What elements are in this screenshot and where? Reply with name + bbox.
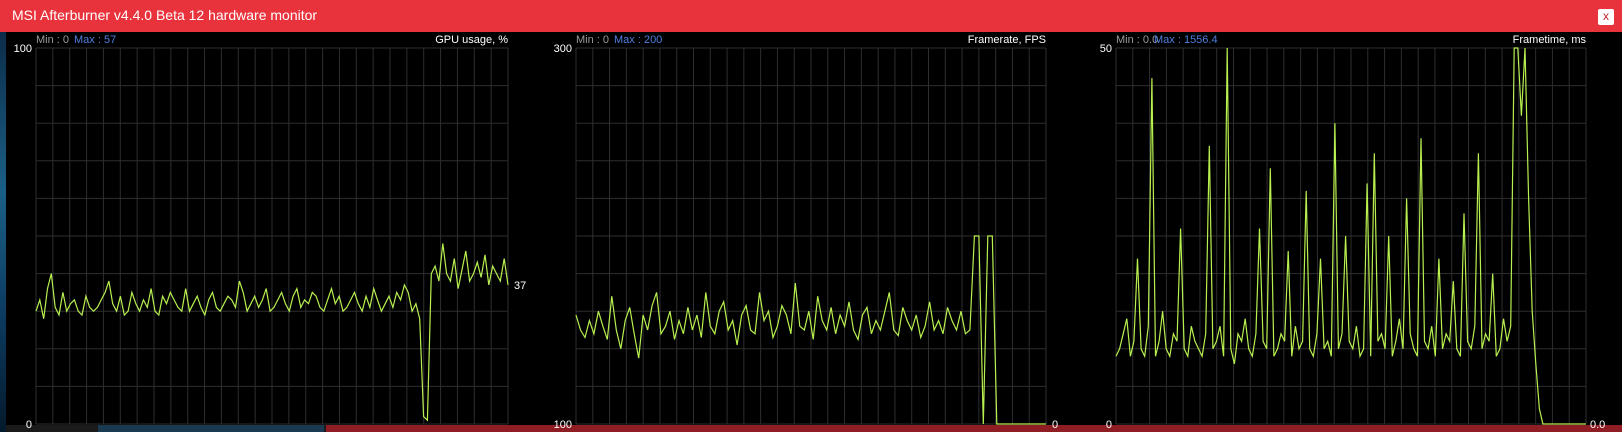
framerate-y-bottom-label: 100	[554, 419, 572, 431]
frametime-title: Frametime, ms	[1513, 34, 1587, 46]
gpu-usage-current-value: 37	[514, 280, 526, 292]
gpu-usage-max-label: Max : 57	[74, 34, 116, 46]
framerate-max-label: Max : 200	[614, 34, 662, 46]
hardware-monitor-graphs: Min : 0 Max : 57 GPU usage, % 100 0 37 Min : 0…	[14, 34, 1606, 431]
frametime-max-label: Max : 1556.4	[1154, 34, 1218, 46]
framerate-current-value: 0	[1052, 419, 1058, 431]
gpu-usage-title: GPU usage, %	[435, 34, 508, 46]
framerate-min-label: Min : 0	[576, 34, 609, 46]
framerate-y-top-label: 300	[554, 43, 572, 55]
frametime-y-bottom-label: 0	[1106, 419, 1112, 431]
gpu-usage-y-bottom-label: 0	[26, 419, 32, 431]
framerate-title: Framerate, FPS	[968, 34, 1046, 46]
frametime-y-top-label: 50	[1100, 43, 1112, 55]
gpu-usage-y-top-label: 100	[14, 43, 32, 55]
frametime-min-label: Min : 0.0	[1116, 34, 1158, 46]
frametime-current-value: 0.0	[1590, 419, 1605, 431]
gpu-usage-min-label: Min : 0	[36, 34, 69, 46]
